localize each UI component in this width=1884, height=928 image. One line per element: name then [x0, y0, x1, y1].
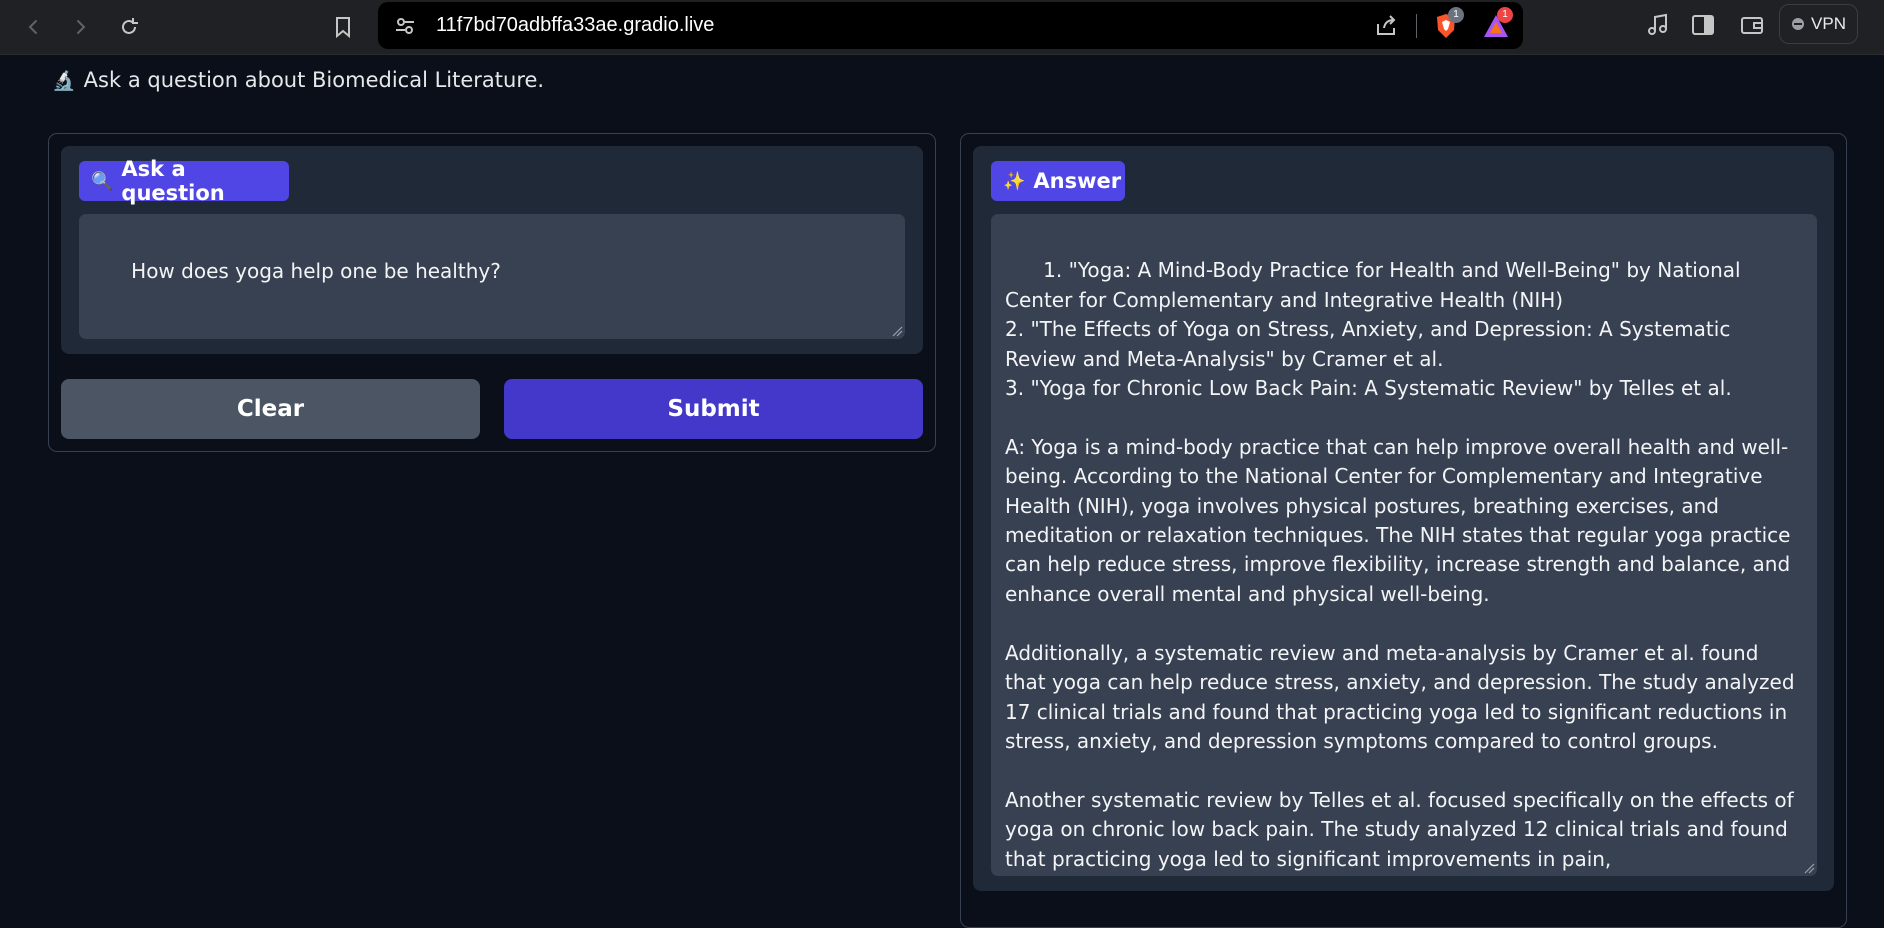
question-input[interactable]: How does yoga help one be healthy?: [79, 214, 905, 339]
brave-rewards-icon[interactable]: 1: [1481, 7, 1513, 41]
question-label: 🔍 Ask a question: [79, 157, 289, 205]
brave-shields-icon[interactable]: 1: [1432, 7, 1464, 41]
divider: [1416, 14, 1417, 38]
answer-panel: ✨ Answer 1. "Yoga: A Mind-Body Practice …: [960, 133, 1847, 928]
answer-label-text: Answer: [1033, 169, 1122, 193]
question-label-text: Ask a question: [121, 157, 225, 205]
brave-shields-badge: 1: [1448, 7, 1464, 23]
clear-button[interactable]: Clear: [61, 379, 480, 439]
question-panel: 🔍 Ask a question How does yoga help one …: [48, 133, 936, 452]
microscope-icon: 🔬: [52, 69, 76, 92]
share-icon[interactable]: [1373, 13, 1399, 39]
answer-block: ✨ Answer 1. "Yoga: A Mind-Body Practice …: [973, 146, 1834, 891]
search-icon: 🔍: [91, 170, 114, 192]
subtitle-text: Ask a question about Biomedical Literatu…: [83, 68, 545, 92]
sparkles-icon: ✨: [1003, 170, 1026, 192]
url-text[interactable]: 11f7bd70adbffa33ae.gradio.live: [436, 14, 714, 37]
bookmark-button[interactable]: [329, 13, 357, 41]
browser-toolbar: 11f7bd70adbffa33ae.gradio.live 1 1 VPN: [0, 0, 1884, 55]
answer-output-value[interactable]: 1. "Yoga: A Mind-Body Practice for Healt…: [1005, 258, 1801, 870]
answer-output[interactable]: 1. "Yoga: A Mind-Body Practice for Healt…: [991, 214, 1817, 876]
vpn-status-icon: [1792, 18, 1805, 30]
chevron-left-icon: [28, 20, 37, 34]
vpn-label: VPN: [1811, 14, 1846, 33]
answer-label: ✨ Answer: [991, 161, 1125, 201]
music-note-icon[interactable]: [1644, 12, 1670, 38]
address-bar[interactable]: 11f7bd70adbffa33ae.gradio.live: [378, 2, 1523, 49]
bookmark-icon: [336, 17, 350, 38]
reload-button[interactable]: [115, 13, 143, 41]
resize-handle-icon[interactable]: [1803, 862, 1815, 874]
chevron-right-icon: [77, 20, 86, 34]
question-block: 🔍 Ask a question How does yoga help one …: [61, 146, 923, 354]
back-button[interactable]: [20, 13, 48, 41]
sidebar-icon[interactable]: [1690, 12, 1716, 38]
wallet-icon[interactable]: [1739, 12, 1765, 38]
vpn-button[interactable]: VPN: [1779, 4, 1858, 44]
tune-icon[interactable]: [393, 14, 417, 38]
resize-handle-icon[interactable]: [891, 325, 903, 337]
reload-icon: [122, 18, 138, 34]
brave-rewards-badge: 1: [1497, 7, 1513, 23]
submit-button[interactable]: Submit: [504, 379, 923, 439]
forward-button[interactable]: [66, 13, 94, 41]
page-subtitle: 🔬 Ask a question about Biomedical Litera…: [52, 68, 544, 92]
question-input-value[interactable]: How does yoga help one be healthy?: [131, 259, 501, 283]
